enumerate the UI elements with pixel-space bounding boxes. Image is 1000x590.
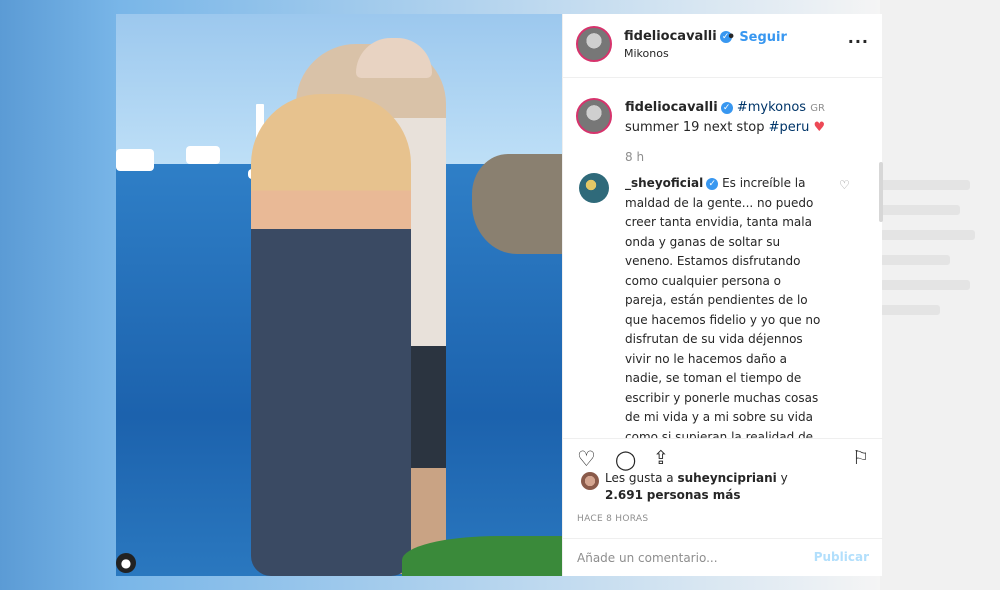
add-comment-bar: Publicar — [563, 538, 883, 576]
like-heart-icon[interactable]: ♡ — [577, 447, 596, 471]
caption-username[interactable]: fideliocavalli — [625, 100, 718, 115]
author-username-text[interactable]: fideliocavalli — [624, 29, 717, 44]
verified-badge-icon: ✓ — [706, 177, 719, 190]
heart-emoji-icon: ♥ — [813, 120, 826, 135]
comment-text: Es increíble la maldad de la gente... no… — [625, 176, 821, 438]
separator-dot: • — [727, 30, 736, 45]
post-actions: ♡ ◯ ⇪ ⚐ — [563, 438, 883, 472]
hashtag-link[interactable]: #peru — [769, 120, 810, 135]
author-avatar[interactable] — [576, 26, 612, 62]
save-bookmark-icon[interactable]: ⚐ — [852, 447, 869, 469]
more-options-icon[interactable]: ··· — [848, 32, 869, 51]
blurred-backdrop-right — [880, 0, 1000, 590]
commenter-avatar[interactable] — [579, 173, 609, 203]
post-header: fideliocavalli ✓ • Seguir Mikonos ··· — [563, 14, 883, 78]
tagged-people-icon[interactable]: ● — [116, 553, 136, 573]
post-timestamp[interactable]: HACE 8 HORAS — [577, 514, 648, 524]
verified-badge-icon: ✓ — [720, 101, 733, 114]
caption-avatar[interactable] — [576, 98, 612, 134]
caption-text: summer 19 next stop — [625, 120, 765, 135]
likes-count[interactable]: 2.691 — [605, 488, 643, 502]
add-comment-input[interactable] — [577, 547, 777, 569]
location-link[interactable]: Mikonos — [624, 47, 669, 60]
photo-rocks — [472, 154, 562, 254]
liker-username[interactable]: suheyncipriani — [677, 471, 776, 485]
likes-connector: y — [780, 471, 788, 485]
likes-summary: Les gusta a suheyncipriani y 2.691 perso… — [563, 470, 883, 510]
comments-area[interactable]: fideliocavalli ✓ #mykonos GR summer 19 ne… — [563, 78, 883, 438]
photo-boat — [116, 149, 154, 171]
flag-emoji: GR — [810, 103, 825, 114]
comment-like-heart-icon[interactable]: ♡ — [839, 178, 850, 192]
comments-scrollbar[interactable] — [879, 162, 883, 222]
likes-suffix[interactable]: personas más — [647, 488, 741, 502]
follow-label[interactable]: Seguir — [739, 30, 787, 45]
comment-item: _sheyoficial ✓ Es increíble la maldad de … — [625, 174, 825, 438]
likes-text: Les gusta a suheyncipriani y 2.691 perso… — [605, 470, 855, 504]
liker-avatar[interactable] — [581, 472, 599, 490]
author-username[interactable]: fideliocavalli ✓ — [624, 29, 732, 44]
follow-button[interactable]: • Seguir — [723, 30, 787, 45]
hashtag-link[interactable]: #mykonos — [737, 100, 806, 115]
caption-time[interactable]: 8 h — [625, 150, 644, 164]
photo-woman — [251, 94, 411, 576]
comment-bubble-icon[interactable]: ◯ — [615, 449, 636, 471]
publish-button[interactable]: Publicar — [814, 550, 869, 564]
share-icon[interactable]: ⇪ — [653, 447, 669, 469]
post-caption: fideliocavalli ✓ #mykonos GR summer 19 ne… — [625, 98, 855, 137]
likes-prefix: Les gusta a — [605, 471, 674, 485]
photo-boat — [186, 146, 220, 164]
post-photo[interactable] — [116, 14, 562, 576]
post-side-panel: fideliocavalli ✓ • Seguir Mikonos ··· fide… — [562, 14, 883, 576]
commenter-username[interactable]: _sheyoficial — [625, 176, 703, 190]
